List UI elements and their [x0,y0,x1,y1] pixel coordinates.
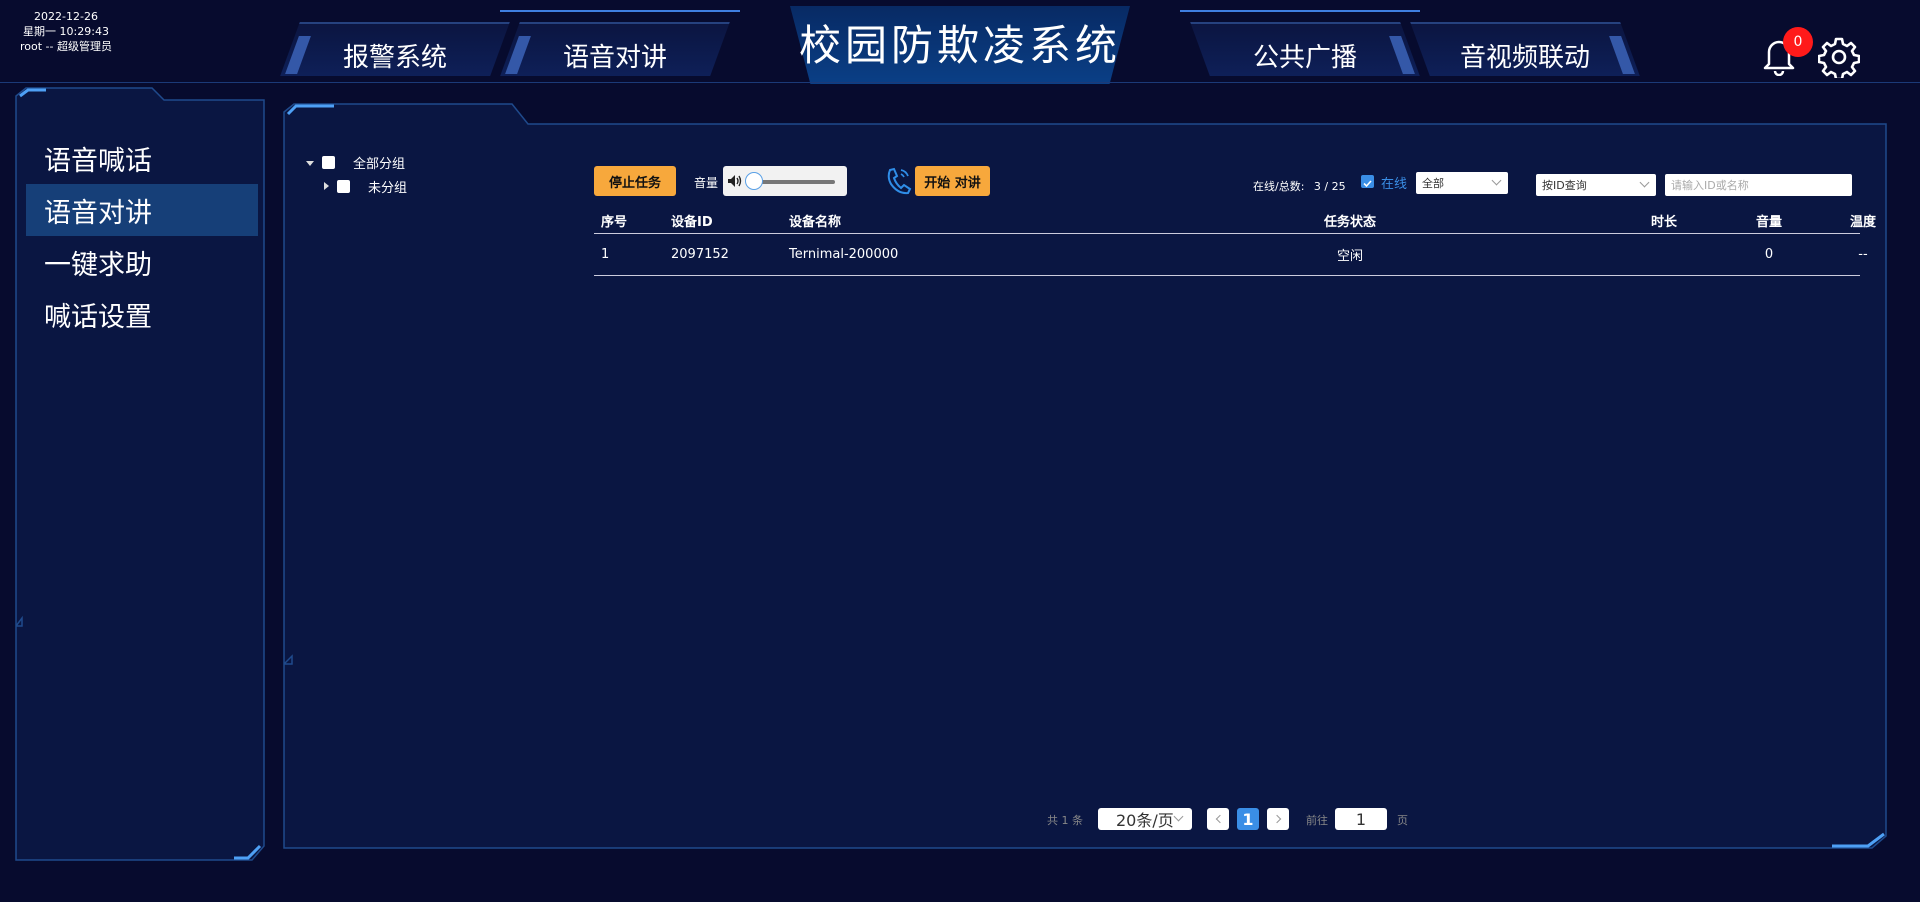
tree-label-ungrouped: 未分组 [368,180,408,196]
status-filter-select[interactable]: 全部 [1416,172,1508,194]
sidebar-item-one-key-help[interactable]: 一键求助 [26,236,258,288]
cell-temperature: -- [1858,247,1868,262]
phone-call-icon [887,167,912,195]
column-header-temperature: 温度 [1849,215,1876,230]
nav-tab-av-linkage[interactable]: 音视频联动 [1410,22,1640,76]
column-header-index: 序号 [601,215,628,230]
cell-device-name: Ternimal-200000 [789,247,899,262]
chevron-down-icon [1491,175,1502,186]
online-total-label: 在线/总数: [1253,180,1305,193]
chevron-down-icon [1173,811,1184,822]
stop-task-button[interactable]: 停止任务 [594,166,676,196]
volume-control [723,166,847,196]
current-date: 2022-12-26 [34,10,98,23]
status-filter-value: 全部 [1422,177,1444,190]
device-table: 序号 设备ID 设备名称 任务状态 时长 音量 温度 1 2097152 Ter… [594,208,1876,276]
query-type-value: 按ID查询 [1542,179,1587,192]
online-total-value: 3 / 25 [1313,180,1346,193]
title-edge-left [500,10,740,12]
nav-tab-alarm[interactable]: 报警系统 [280,22,510,76]
gear-icon[interactable] [1818,36,1860,78]
nav-stripe [1609,36,1635,74]
online-checkbox[interactable] [1361,175,1374,188]
column-header-task-status: 任务状态 [1323,215,1376,230]
start-intercom-button[interactable]: 开始 对讲 [915,166,990,196]
sidebar-menu: 语音喊话 语音对讲 一键求助 喊话设置 [26,132,258,340]
chevron-down-icon [1639,177,1650,188]
query-type-select[interactable]: 按ID查询 [1536,174,1656,196]
page-size-value: 20条/页 [1116,811,1174,830]
title-edge-right [1180,10,1420,12]
volume-slider-track[interactable] [753,180,835,184]
tree-label-all: 全部分组 [353,156,406,172]
table-header: 序号 设备ID 设备名称 任务状态 时长 音量 温度 [594,208,1876,234]
nav-stripe [285,36,311,74]
nav-tab-label: 语音对讲 [562,42,667,73]
sidebar-item-voice-shout[interactable]: 语音喊话 [26,132,258,184]
chevron-right-icon [1272,814,1281,824]
check-icon [1363,180,1372,188]
nav-tab-label: 音视频联动 [1459,42,1590,73]
nav-stripe [1389,36,1415,74]
sidebar-item-label: 语音对讲 [44,197,152,229]
goto-label: 前往 [1306,814,1328,827]
tree-node-ungrouped[interactable]: 未分组 [306,174,407,198]
page-number-current[interactable]: 1 [1237,808,1259,830]
pager-total: 共 1 条 [1047,814,1083,827]
current-user: root -- 超级管理员 [20,40,112,53]
nav-stripe [505,36,531,74]
cell-task-status: 空闲 [1336,249,1363,264]
volume-label: 音量 [694,176,719,190]
tree-checkbox-all[interactable] [322,155,335,169]
online-checkbox-label[interactable]: 在线 [1381,173,1407,192]
next-page-button[interactable] [1267,808,1289,830]
nav-tab-broadcast[interactable]: 公共广播 [1190,22,1420,76]
speaker-icon [728,175,742,187]
online-total: 在线/总数: 3 / 25 [1253,178,1346,194]
search-input[interactable] [1665,174,1852,196]
sidebar-item-label: 一键求助 [44,249,152,281]
nav-tab-label: 报警系统 [342,42,447,73]
sidebar-item-label: 语音喊话 [44,145,152,177]
current-time: 星期一 10:29:43 [23,25,109,38]
tree-node-all[interactable]: 全部分组 [306,150,407,174]
volume-slider-handle[interactable] [745,172,763,190]
sidebar-item-voice-intercom[interactable]: 语音对讲 [26,184,258,236]
cell-index: 1 [601,247,610,262]
session-info: 2022-12-26 星期一 10:29:43 root -- 超级管理员 [0,9,132,54]
goto-page-input[interactable]: 1 [1335,808,1387,830]
cell-device-id: 2097152 [671,247,729,262]
page-size-select[interactable]: 20条/页 [1098,808,1192,830]
sidebar: 语音喊话 语音对讲 一键求助 喊话设置 [14,86,266,862]
nav-tab-intercom[interactable]: 语音对讲 [500,22,730,76]
page-title: 校园防欺凌系统 [760,6,1160,84]
prev-page-button[interactable] [1207,808,1229,830]
page-suffix-label: 页 [1397,814,1408,827]
chevron-left-icon [1215,814,1224,824]
column-header-device-id: 设备ID [671,215,713,230]
column-header-device-name: 设备名称 [789,215,842,230]
sidebar-item-shout-settings[interactable]: 喊话设置 [26,288,258,340]
notification-badge: 0 [1783,27,1813,57]
group-tree: 全部分组 未分组 [306,150,407,198]
nav-tab-label: 公共广播 [1252,42,1357,73]
sidebar-item-label: 喊话设置 [44,301,152,333]
page-title-text: 校园防欺凌系统 [798,20,1121,70]
caret-down-icon[interactable] [306,161,314,166]
tree-checkbox-ungrouped[interactable] [337,179,350,193]
caret-right-icon[interactable] [324,182,329,190]
table-row[interactable]: 1 2097152 Ternimal-200000 空闲 0 -- [594,234,1868,276]
